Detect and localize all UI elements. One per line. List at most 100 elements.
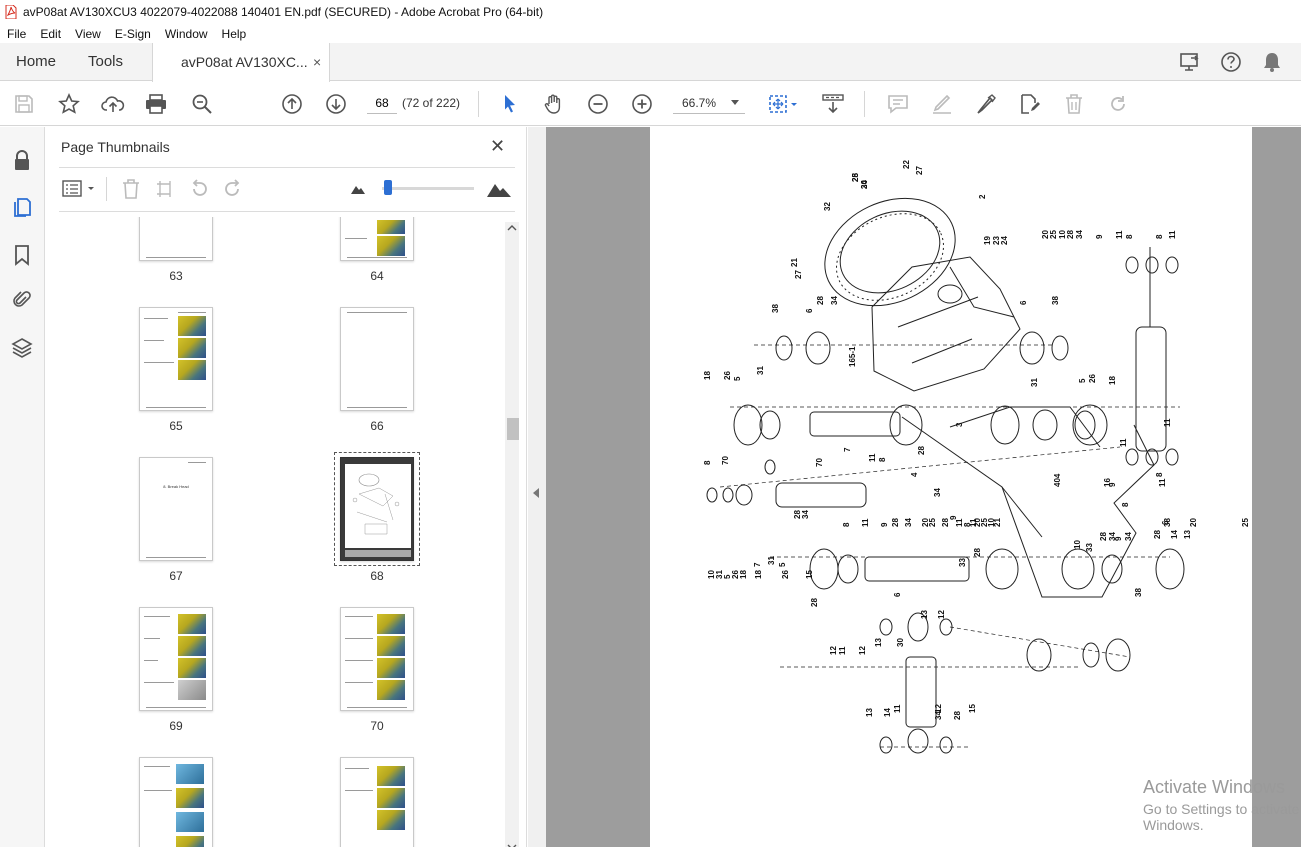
sign-pen-icon[interactable]: [974, 92, 998, 116]
notifications-bell-icon[interactable]: [1260, 50, 1284, 74]
thumbnails-scrollbar[interactable]: [505, 222, 519, 847]
part-number-callout: 18: [703, 371, 712, 380]
thumbnail-text-line: [144, 660, 158, 661]
part-number-callout: 34: [904, 518, 913, 527]
layers-icon[interactable]: [10, 336, 34, 360]
tab-home[interactable]: Home: [16, 43, 56, 81]
zoom-search-icon[interactable]: [190, 92, 214, 116]
thumbnail-footer-band: [345, 550, 411, 557]
thumbnail-page-71[interactable]: [139, 757, 213, 847]
zoom-out-icon[interactable]: [586, 92, 610, 116]
part-number-callout: 4: [910, 472, 919, 477]
thumbnail-photo: [178, 658, 206, 678]
thumbnail-photo: [377, 236, 405, 256]
thumbnail-page-72[interactable]: [340, 757, 414, 847]
part-number-callout: 6: [1019, 300, 1028, 305]
thumbnail-photo: [377, 766, 405, 786]
part-number-callout: 22: [902, 160, 911, 169]
scroll-up-arrow-icon[interactable]: [505, 222, 519, 234]
thumbnail-size-slider[interactable]: [384, 180, 392, 195]
thumbnail-rule: [178, 312, 206, 313]
thumbnail-text-line: [345, 638, 373, 639]
zoom-level-dropdown[interactable]: 66.7%: [673, 92, 745, 114]
thumbnail-options-menu-icon[interactable]: [61, 177, 97, 201]
menu-window[interactable]: Window: [165, 27, 208, 41]
fit-page-icon[interactable]: [766, 92, 800, 116]
tab-tools[interactable]: Tools: [88, 43, 123, 81]
thumbnail-page-68[interactable]: [340, 457, 414, 561]
part-number-callout: 11: [868, 453, 877, 462]
thumbnail-photo: [377, 636, 405, 656]
thumbnail-rule: [146, 257, 206, 258]
panel-splitter[interactable]: [528, 127, 546, 847]
close-tab-icon[interactable]: ×: [313, 43, 321, 81]
hand-tool-icon[interactable]: [542, 92, 566, 116]
thumbnail-text-line: [345, 682, 373, 683]
highlight-pen-icon[interactable]: [930, 92, 954, 116]
previous-page-icon[interactable]: [280, 92, 304, 116]
part-number-callout: 19: [983, 236, 992, 245]
thumbnail-photo: [178, 680, 206, 700]
select-cursor-icon[interactable]: [498, 92, 522, 116]
delete-page-icon[interactable]: [119, 177, 143, 201]
help-icon[interactable]: [1219, 50, 1243, 74]
thumbnail-photo: [178, 614, 206, 634]
thumbnail-page-65[interactable]: [139, 307, 213, 411]
part-number-callout: 11: [1163, 418, 1172, 427]
thumbnails-scroll-thumb[interactable]: [507, 418, 519, 440]
menu-file[interactable]: File: [7, 27, 26, 41]
menu-view[interactable]: View: [75, 27, 101, 41]
delete-trash-icon[interactable]: [1062, 92, 1086, 116]
part-number-callout: 30: [896, 638, 905, 647]
scroll-mode-icon[interactable]: [820, 92, 846, 116]
bookmarks-icon[interactable]: [10, 243, 34, 267]
share-screen-icon[interactable]: [1178, 50, 1202, 74]
page-thumbnails-icon[interactable]: [10, 195, 34, 219]
part-number-callout: 14: [1170, 530, 1179, 539]
part-number-callout: 8: [842, 522, 851, 527]
next-page-icon[interactable]: [324, 92, 348, 116]
print-icon[interactable]: [144, 92, 168, 116]
part-number-callout: 15: [805, 570, 814, 579]
upload-cloud-icon[interactable]: [101, 92, 125, 116]
part-number-callout: 27: [794, 270, 803, 279]
part-number-callout: 9: [1114, 536, 1123, 541]
thumbnail-label: 65: [169, 419, 183, 433]
rotate-counterclockwise-icon[interactable]: [187, 177, 211, 201]
crop-pages-icon[interactable]: [153, 177, 177, 201]
collapse-panel-arrow-icon[interactable]: [533, 488, 539, 498]
thumbnail-rule: [146, 407, 206, 408]
thumbnail-page-63[interactable]: [139, 217, 213, 261]
thumbnail-photo: [176, 812, 204, 832]
thumbnail-page-66[interactable]: [340, 307, 414, 411]
thumbnail-photo: [176, 788, 204, 808]
scroll-down-arrow-icon[interactable]: [505, 841, 519, 847]
page-number-input[interactable]: [367, 92, 397, 114]
thumbnail-page-64[interactable]: [340, 217, 414, 261]
thumbnail-page-69[interactable]: [139, 607, 213, 711]
part-number-callout: 11: [893, 704, 902, 713]
attachments-paperclip-icon[interactable]: [10, 288, 34, 312]
thumbnail-label: 68: [370, 569, 384, 583]
menu-edit[interactable]: Edit: [40, 27, 61, 41]
part-number-callout: 9: [880, 522, 889, 527]
tab-document[interactable]: avP08at AV130XC... ×: [152, 43, 330, 82]
bookmark-star-icon[interactable]: [57, 92, 81, 116]
part-number-callout: 28: [810, 598, 819, 607]
menu-esign[interactable]: E-Sign: [115, 27, 151, 41]
part-number-callout: 16: [1103, 478, 1112, 487]
thumbnail-page-67[interactable]: 8. Break Head: [139, 457, 213, 561]
window-title: avP08at AV130XCU3 4022079-4022088 140401…: [23, 5, 544, 19]
save-icon[interactable]: [12, 92, 36, 116]
zoom-in-icon[interactable]: [630, 92, 654, 116]
redo-icon[interactable]: [1106, 92, 1130, 116]
close-panel-icon[interactable]: ✕: [490, 136, 505, 157]
rotate-clockwise-icon[interactable]: [221, 177, 245, 201]
comment-icon[interactable]: [886, 92, 910, 116]
part-number-callout: 11: [861, 518, 870, 527]
edit-pdf-icon[interactable]: [1018, 92, 1042, 116]
thumbnail-page-70[interactable]: [340, 607, 414, 711]
main-toolbar: (72 of 222) 66.7%: [0, 82, 1301, 126]
menu-help[interactable]: Help: [222, 27, 247, 41]
lock-icon[interactable]: [10, 149, 34, 173]
